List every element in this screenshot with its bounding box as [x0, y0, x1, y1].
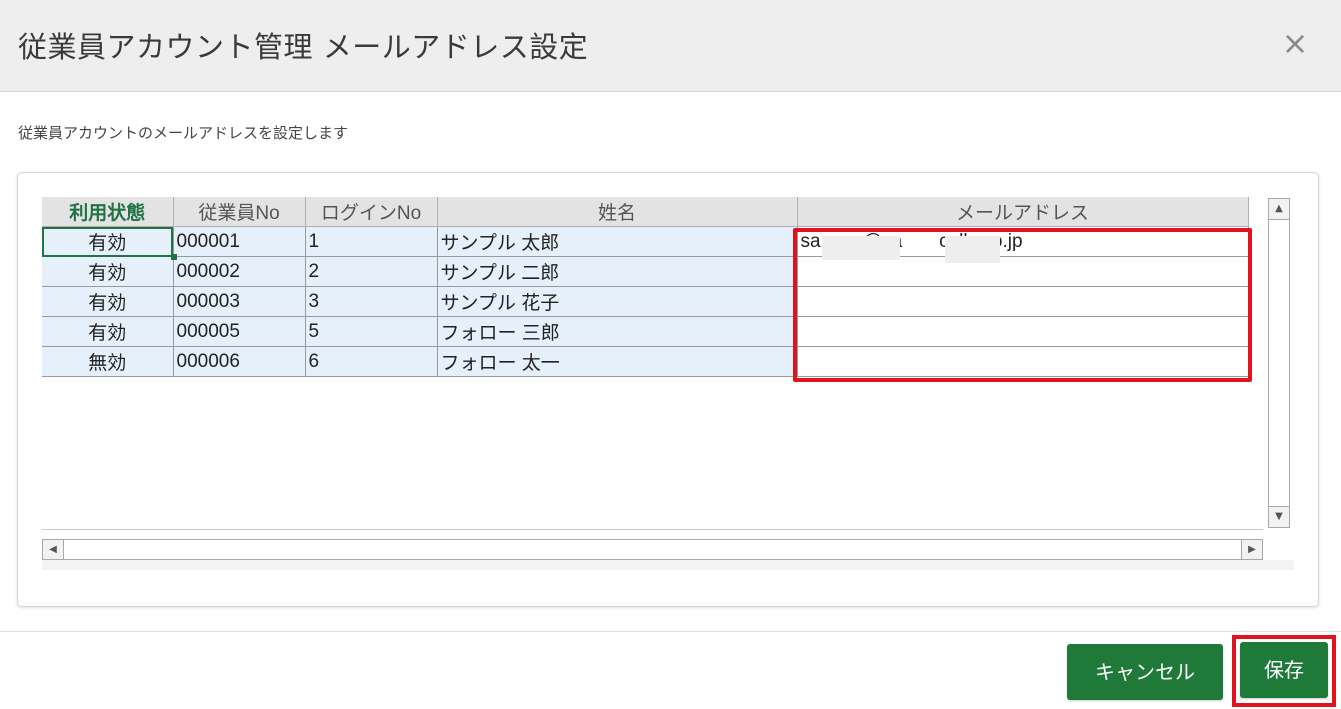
cancel-button[interactable]: キャンセル: [1067, 644, 1223, 700]
table-row: 有効 000001 1 サンプル 太郎 sa o@sa cells.co.jp: [42, 226, 1249, 257]
selection-fill-handle[interactable]: [171, 254, 177, 260]
login-no-cell[interactable]: 1: [305, 226, 438, 257]
header-login-no[interactable]: ログインNo: [305, 197, 438, 227]
employee-no-cell[interactable]: 000003: [173, 286, 306, 317]
sheet-footer: [42, 560, 1294, 570]
login-no-cell[interactable]: 2: [305, 256, 438, 287]
name-cell[interactable]: フォロー 太一: [437, 346, 798, 377]
dialog-header: 従業員アカウント管理 メールアドレス設定 ×: [0, 0, 1341, 92]
employee-table: 利用状態 従業員No ログインNo 姓名 メールアドレス 有効 000001 1…: [42, 197, 1249, 377]
employee-no-cell[interactable]: 000006: [173, 346, 306, 377]
email-cell[interactable]: [797, 346, 1249, 377]
status-cell[interactable]: 有効: [42, 286, 174, 317]
login-no-cell[interactable]: 6: [305, 346, 438, 377]
redaction-mask: [945, 236, 1000, 263]
scroll-right-icon[interactable]: ▶: [1241, 540, 1262, 559]
header-email[interactable]: メールアドレス: [797, 197, 1249, 227]
name-cell[interactable]: サンプル 二郎: [437, 256, 798, 287]
table-row: 無効 000006 6 フォロー 太一: [42, 346, 1249, 377]
header-row: 利用状態 従業員No ログインNo 姓名 メールアドレス: [42, 197, 1249, 227]
email-cell[interactable]: [797, 256, 1249, 287]
name-cell[interactable]: サンプル 花子: [437, 286, 798, 317]
footer-divider: [0, 631, 1341, 632]
dialog-description: 従業員アカウントのメールアドレスを設定します: [18, 124, 349, 142]
table-row: 有効 000005 5 フォロー 三郎: [42, 316, 1249, 347]
login-no-cell[interactable]: 5: [305, 316, 438, 347]
email-spreadsheet: 利用状態 従業員No ログインNo 姓名 メールアドレス 有効 000001 1…: [42, 197, 1263, 530]
employee-no-cell[interactable]: 000002: [173, 256, 306, 287]
scroll-down-icon[interactable]: ▼: [1269, 506, 1289, 527]
save-button[interactable]: 保存: [1240, 642, 1328, 698]
close-icon[interactable]: ×: [1278, 26, 1312, 60]
status-cell[interactable]: 無効: [42, 346, 174, 377]
status-cell[interactable]: 有効: [42, 226, 174, 257]
employee-no-cell[interactable]: 000005: [173, 316, 306, 347]
header-employee-no[interactable]: 従業員No: [173, 197, 306, 227]
email-cell[interactable]: [797, 316, 1249, 347]
employee-no-cell[interactable]: 000001: [173, 226, 306, 257]
table-row: 有効 000002 2 サンプル 二郎: [42, 256, 1249, 287]
horizontal-scrollbar[interactable]: ◀ ▶: [42, 539, 1263, 560]
status-cell[interactable]: 有効: [42, 256, 174, 287]
status-cell[interactable]: 有効: [42, 316, 174, 347]
table-row: 有効 000003 3 サンプル 花子: [42, 286, 1249, 317]
email-cell[interactable]: [797, 286, 1249, 317]
header-full-name[interactable]: 姓名: [437, 197, 798, 227]
scroll-up-icon[interactable]: ▲: [1269, 199, 1289, 220]
redaction-mask: [822, 236, 900, 260]
header-status[interactable]: 利用状態: [42, 197, 174, 227]
vertical-scrollbar[interactable]: ▲ ▼: [1268, 198, 1290, 528]
name-cell[interactable]: フォロー 三郎: [437, 316, 798, 347]
login-no-cell[interactable]: 3: [305, 286, 438, 317]
name-cell[interactable]: サンプル 太郎: [437, 226, 798, 257]
dialog-title: 従業員アカウント管理 メールアドレス設定: [18, 30, 589, 64]
scroll-left-icon[interactable]: ◀: [43, 540, 64, 559]
